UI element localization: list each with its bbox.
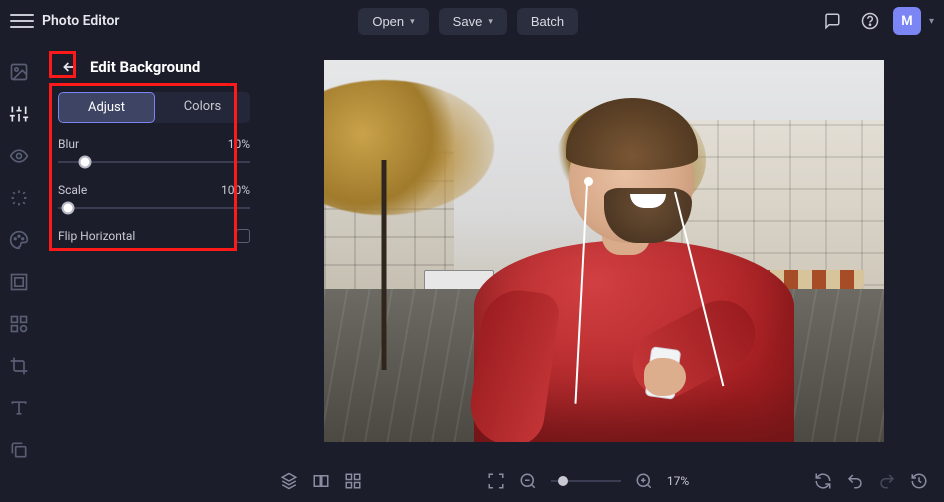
flip-horizontal-control: Flip Horizontal [58,229,250,243]
layers-tool-icon[interactable] [9,440,31,462]
save-button[interactable]: Save ▾ [439,8,507,35]
topbar: Photo Editor Open ▾ Save ▾ Batch M ▾ [0,0,944,42]
elements-tool-icon[interactable] [9,314,31,336]
blur-slider[interactable] [58,155,250,169]
menu-icon[interactable] [10,9,34,33]
app-title: Photo Editor [42,13,119,29]
crop-tool-icon[interactable] [9,356,31,378]
feedback-icon[interactable] [817,6,847,36]
undo-icon[interactable] [846,472,864,490]
sparkle-tool-icon[interactable] [9,188,31,210]
chevron-down-icon: ▾ [410,16,415,27]
tab-colors[interactable]: Colors [155,92,250,123]
zoom-slider[interactable] [551,480,621,482]
photo-preview [324,60,884,442]
panel-tabs: Adjust Colors [58,92,250,123]
blur-label: Blur [58,137,79,151]
open-button-label: Open [372,14,404,29]
reset-icon[interactable] [814,472,832,490]
user-avatar[interactable]: M [893,7,921,35]
bottombar: 17% [264,460,944,502]
zoom-percentage: 17% [667,474,689,488]
compare-icon[interactable] [312,472,330,490]
redo-icon[interactable] [878,472,896,490]
main-area: Edit Background Adjust Colors Blur 10% S… [0,42,944,502]
flip-label: Flip Horizontal [58,229,135,243]
scale-label: Scale [58,183,87,197]
canvas[interactable] [264,42,944,460]
zoom-in-icon[interactable] [635,472,653,490]
scale-slider[interactable] [58,201,250,215]
batch-button-label: Batch [531,14,564,29]
blur-control: Blur 10% [58,137,250,169]
chevron-down-icon[interactable]: ▾ [929,16,934,27]
canvas-zone: 17% [264,42,944,502]
open-button[interactable]: Open ▾ [358,8,428,35]
topbar-right: M ▾ [817,6,934,36]
blur-value: 10% [228,137,250,151]
frame-tool-icon[interactable] [9,272,31,294]
edit-background-panel: Edit Background Adjust Colors Blur 10% S… [40,42,264,502]
history-icon[interactable] [910,472,928,490]
text-tool-icon[interactable] [9,398,31,420]
palette-tool-icon[interactable] [9,230,31,252]
eye-tool-icon[interactable] [9,146,31,168]
back-button[interactable] [58,56,80,78]
image-tool-icon[interactable] [9,62,31,84]
panel-title: Edit Background [90,58,200,76]
scale-value: 100% [221,183,250,197]
subject-person [474,100,794,442]
tab-adjust[interactable]: Adjust [58,92,155,123]
save-button-label: Save [453,14,483,29]
zoom-out-icon[interactable] [519,472,537,490]
chevron-down-icon: ▾ [488,16,493,27]
help-icon[interactable] [855,6,885,36]
adjust-tool-icon[interactable] [9,104,31,126]
topbar-center: Open ▾ Save ▾ Batch [358,8,578,35]
left-toolbar [0,42,40,502]
scale-control: Scale 100% [58,183,250,215]
layers-icon[interactable] [280,472,298,490]
fullscreen-icon[interactable] [487,472,505,490]
batch-button[interactable]: Batch [517,8,578,35]
grid-icon[interactable] [344,472,362,490]
flip-checkbox[interactable] [236,229,250,243]
